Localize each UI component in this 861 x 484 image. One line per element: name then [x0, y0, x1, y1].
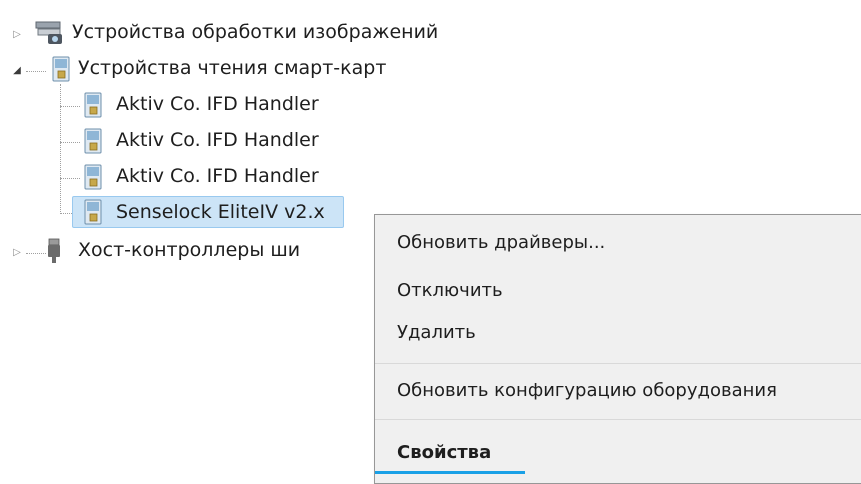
menu-item-properties[interactable]: Свойства	[397, 441, 491, 465]
smart-card-reader-icon	[50, 56, 72, 82]
collapse-arrow-icon[interactable]: ◢	[12, 66, 22, 76]
menu-separator	[375, 419, 861, 420]
menu-separator	[375, 363, 861, 364]
tree-item-label[interactable]: Aktiv Co. IFD Handler	[116, 163, 319, 189]
tree-item-label[interactable]: Aktiv Co. IFD Handler	[116, 127, 319, 153]
expand-arrow-icon[interactable]: ▷	[12, 30, 22, 40]
menu-item-update-drivers[interactable]: Обновить драйверы...	[397, 231, 605, 255]
usb-controller-icon	[46, 238, 62, 264]
menu-item-disable[interactable]: Отключить	[397, 279, 503, 303]
menu-item-uninstall[interactable]: Удалить	[397, 321, 476, 345]
smart-card-reader-icon	[82, 128, 104, 154]
tree-item-label[interactable]: Aktiv Co. IFD Handler	[116, 91, 319, 117]
expand-arrow-icon[interactable]: ▷	[12, 248, 22, 258]
context-menu: Обновить драйверы... Отключить Удалить О…	[374, 214, 861, 484]
properties-highlight-underline	[375, 471, 525, 474]
smart-card-reader-icon	[82, 92, 104, 118]
smart-card-reader-icon	[82, 199, 104, 225]
tree-item-label[interactable]: Senselock EliteIV v2.x	[116, 199, 325, 225]
smart-card-reader-icon	[82, 164, 104, 190]
imaging-device-icon	[34, 20, 64, 46]
tree-item-label[interactable]: Хост-контроллеры ши	[78, 237, 300, 263]
tree-item-label[interactable]: Устройства чтения смарт-карт	[78, 55, 386, 81]
menu-item-scan-hardware-changes[interactable]: Обновить конфигурацию оборудования	[397, 379, 777, 403]
tree-item-label[interactable]: Устройства обработки изображений	[72, 19, 438, 45]
